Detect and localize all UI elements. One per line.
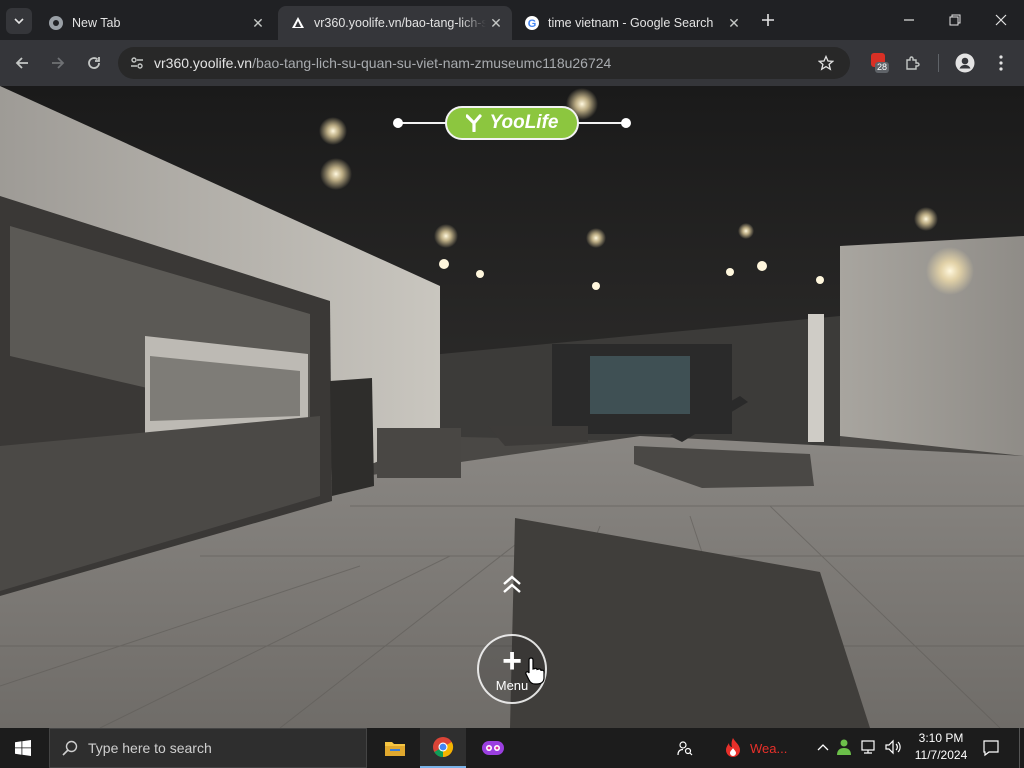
- close-tab-icon[interactable]: ✕: [724, 13, 744, 33]
- forward-button[interactable]: [45, 50, 71, 76]
- chevron-down-icon: [14, 18, 24, 25]
- kebab-menu-icon: [999, 55, 1003, 71]
- toolbar-divider: [938, 54, 939, 72]
- chrome-icon: [433, 737, 454, 758]
- plus-icon: [762, 14, 774, 26]
- tab-label: New Tab: [72, 16, 121, 30]
- person-search-icon: [677, 741, 693, 756]
- double-chevron-up-icon: [503, 575, 521, 593]
- arrow-right-icon: [52, 57, 65, 69]
- restore-icon: [949, 14, 961, 26]
- url-host: vr360.yoolife.vn: [154, 55, 253, 71]
- browser-menu-button[interactable]: [988, 50, 1014, 76]
- logo-text: YooLife: [489, 112, 559, 133]
- extension-badge-count: 28: [875, 62, 890, 73]
- close-icon: [995, 14, 1007, 26]
- bookmark-star-icon[interactable]: [816, 53, 836, 73]
- restore-button[interactable]: [932, 0, 978, 40]
- tab-label: time vietnam - Google Search: [548, 16, 714, 30]
- plus-icon: +: [502, 641, 522, 680]
- hand-cursor-icon: [525, 657, 545, 685]
- chrome-taskbar-button[interactable]: [420, 728, 466, 768]
- site-settings-icon[interactable]: [126, 52, 148, 74]
- file-explorer-button[interactable]: [372, 728, 418, 768]
- url-text: vr360.yoolife.vn/bao-tang-lich-su-quan-s…: [154, 55, 611, 71]
- extension-badge-icon: 28: [869, 53, 890, 73]
- tab-strip: New Tab ✕ vr360.yoolife.vn/bao-tang-lich…: [0, 0, 1024, 40]
- minimize-icon: [904, 19, 914, 21]
- show-hidden-icons-button[interactable]: [814, 739, 832, 757]
- arrow-left-icon: [15, 57, 28, 69]
- windows-logo-icon: [15, 740, 31, 756]
- mask-app-icon: [482, 741, 504, 755]
- profile-button[interactable]: [952, 50, 978, 76]
- tab-search-button[interactable]: [6, 8, 32, 34]
- tab-google-search[interactable]: G time vietnam - Google Search ✕: [512, 6, 750, 40]
- taskbar-search-placeholder: Type here to search: [88, 740, 212, 756]
- extensions-button[interactable]: [899, 50, 925, 76]
- close-tab-icon[interactable]: ✕: [248, 13, 268, 33]
- taskbar-search-box[interactable]: Type here to search: [49, 728, 367, 768]
- weather-widget[interactable]: Wea...: [718, 728, 802, 768]
- extension-button[interactable]: 28: [866, 50, 892, 76]
- svg-text:G: G: [528, 18, 537, 30]
- network-icon[interactable]: [860, 738, 880, 758]
- people-button[interactable]: [662, 728, 708, 768]
- weather-label: Wea...: [750, 740, 788, 756]
- app-taskbar-button[interactable]: [470, 728, 516, 768]
- chrome-icon: [48, 15, 64, 31]
- minimize-button[interactable]: [886, 0, 932, 40]
- fire-alert-icon: [726, 738, 740, 757]
- yoolife-logo[interactable]: YooLife: [445, 106, 579, 140]
- tab-new-tab[interactable]: New Tab ✕: [36, 6, 274, 40]
- user-status-icon[interactable]: [836, 738, 856, 758]
- clock-date: 11/7/2024: [914, 748, 968, 762]
- start-button[interactable]: [0, 728, 46, 768]
- google-icon: G: [524, 15, 540, 31]
- address-bar[interactable]: vr360.yoolife.vn/bao-tang-lich-su-quan-s…: [118, 47, 850, 79]
- new-tab-button[interactable]: [756, 8, 780, 32]
- tab-vr360[interactable]: vr360.yoolife.vn/bao-tang-lich-su-quan-s…: [278, 6, 512, 40]
- logo-connector-dot: [621, 118, 631, 128]
- search-icon: [62, 740, 78, 756]
- reload-icon: [88, 57, 100, 69]
- windows-taskbar: Type here to search Wea... 3:10 PM 11/7/…: [0, 728, 1024, 768]
- back-button[interactable]: [9, 50, 35, 76]
- puzzle-icon: [906, 56, 920, 70]
- show-desktop-button[interactable]: [1019, 728, 1024, 768]
- clock-time: 3:10 PM: [918, 731, 964, 745]
- chevron-up-icon: [817, 744, 829, 751]
- close-window-button[interactable]: [978, 0, 1024, 40]
- volume-icon[interactable]: [884, 738, 904, 758]
- tab-label: vr360.yoolife.vn/bao-tang-lich-su-quan-s…: [314, 16, 486, 30]
- notification-icon: [983, 740, 999, 757]
- vr-tour-viewport[interactable]: YooLife + Menu: [0, 86, 1024, 728]
- close-tab-icon[interactable]: ✕: [486, 13, 506, 33]
- notification-center-button[interactable]: [968, 728, 1014, 768]
- profile-avatar-icon: [955, 53, 975, 73]
- forward-navigation-arrow[interactable]: [500, 574, 524, 596]
- browser-toolbar: vr360.yoolife.vn/bao-tang-lich-su-quan-s…: [0, 40, 1024, 86]
- museum-panorama-scene: [0, 86, 1024, 728]
- vr360-icon: [290, 15, 306, 31]
- folder-icon: [385, 742, 405, 756]
- reload-button[interactable]: [81, 50, 107, 76]
- taskbar-clock[interactable]: 3:10 PM 11/7/2024: [908, 730, 974, 766]
- yoolife-mark-icon: [465, 114, 482, 132]
- url-path: /bao-tang-lich-su-quan-su-viet-nam-zmuse…: [252, 55, 612, 71]
- logo-connector-dot: [393, 118, 403, 128]
